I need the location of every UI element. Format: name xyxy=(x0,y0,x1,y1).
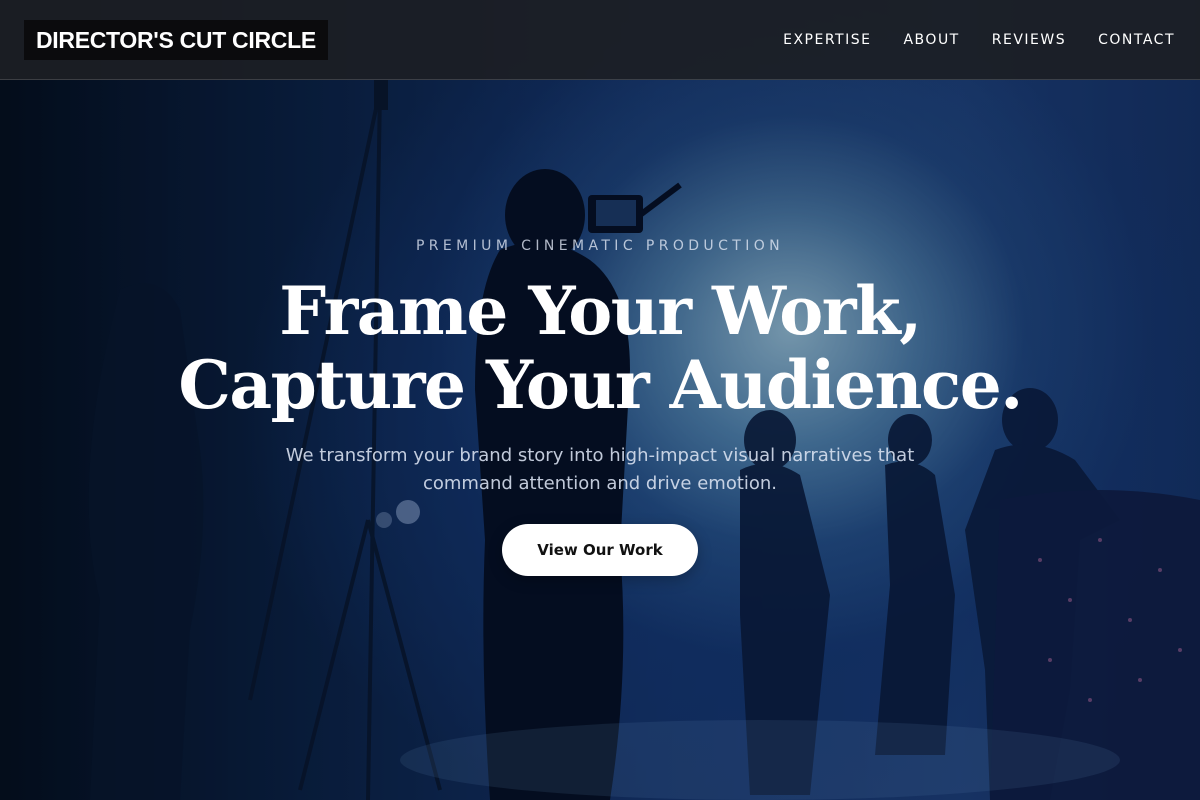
hero-subhead: We transform your brand story into high-… xyxy=(285,445,915,494)
nav-link-about[interactable]: ABOUT xyxy=(903,32,959,48)
hero-headline-line-2: Capture Your Audience. xyxy=(178,346,1023,424)
nav-links: EXPERTISE ABOUT REVIEWS CONTACT xyxy=(783,32,1175,48)
nav-link-reviews[interactable]: REVIEWS xyxy=(992,32,1066,48)
site-logo[interactable]: DIRECTOR'S CUT CIRCLE xyxy=(24,19,328,60)
nav-link-expertise[interactable]: EXPERTISE xyxy=(783,32,871,48)
hero-headline-line-1: Frame Your Work, xyxy=(279,272,922,350)
nav-link-contact[interactable]: CONTACT xyxy=(1098,32,1175,48)
navbar: DIRECTOR'S CUT CIRCLE EXPERTISE ABOUT RE… xyxy=(0,0,1200,80)
hero-section: PREMIUM CINEMATIC PRODUCTION Frame Your … xyxy=(0,80,1200,800)
hero-headline: Frame Your Work, Capture Your Audience. xyxy=(0,274,1200,422)
landing-page: DIRECTOR'S CUT CIRCLE EXPERTISE ABOUT RE… xyxy=(0,0,1200,800)
hero-eyebrow: PREMIUM CINEMATIC PRODUCTION xyxy=(415,238,785,254)
view-our-work-button[interactable]: View Our Work xyxy=(502,524,698,576)
